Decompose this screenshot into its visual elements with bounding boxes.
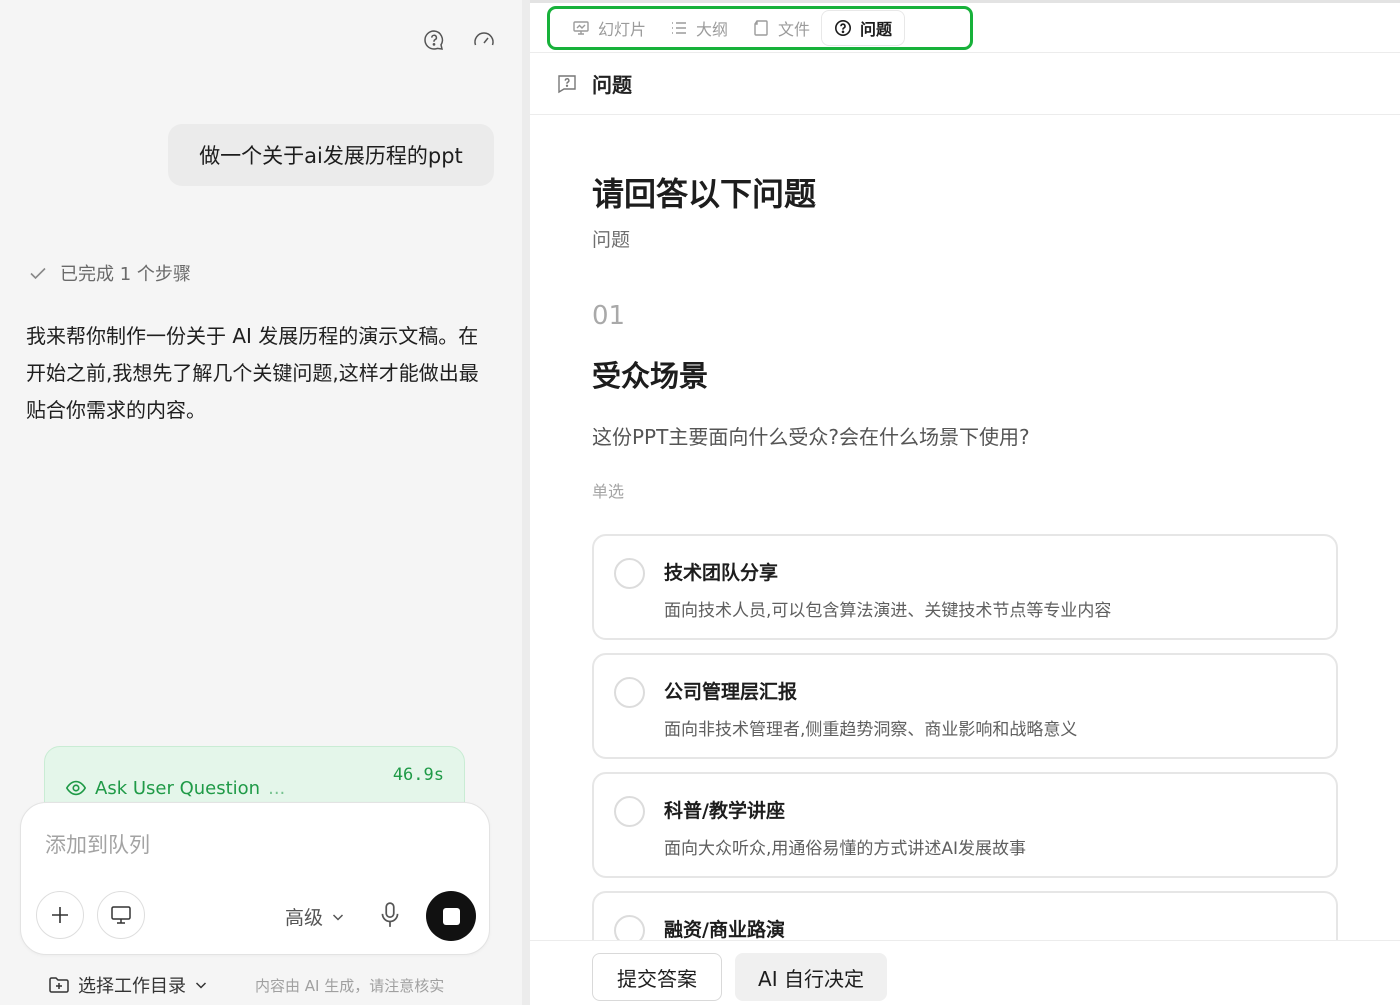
tab-label: 大纲	[696, 20, 729, 39]
chat-toolbar	[420, 26, 498, 54]
tab-files[interactable]: 文件	[740, 11, 822, 45]
workdir-label: 选择工作目录	[78, 976, 186, 997]
tab-slides[interactable]: 幻灯片	[560, 11, 658, 45]
option-card[interactable]: 公司管理层汇报 面向非技术管理者,侧重趋势洞察、商业影响和战略意义	[592, 653, 1338, 759]
question-number: 01	[592, 301, 626, 331]
ai-disclaimer: 内容由 AI 生成，请注意核实	[255, 977, 445, 995]
document-panel: 幻灯片 大纲 文件 问题 问题 请回答以下问题 问题 01 受众场景 这份PPT…	[530, 3, 1400, 1005]
submit-answer-button[interactable]: 提交答案	[592, 953, 722, 1001]
option-card[interactable]: 科普/教学讲座 面向大众听众,用通俗易懂的方式讲述AI发展故事	[592, 772, 1338, 878]
panel-divider[interactable]	[522, 0, 530, 1005]
slides-icon	[573, 21, 589, 35]
option-title: 公司管理层汇报	[664, 681, 798, 703]
ai-decide-button[interactable]: AI 自行决定	[735, 953, 887, 1001]
option-title: 科普/教学讲座	[664, 800, 785, 822]
question-heading: 受众场景	[592, 359, 709, 393]
option-description: 面向大众听众,用通俗易懂的方式讲述AI发展故事	[664, 839, 1027, 859]
question-type: 单选	[592, 482, 625, 501]
add-button[interactable]	[36, 891, 84, 939]
question-circle-icon	[835, 20, 852, 36]
stop-icon	[442, 907, 460, 925]
help-chat-icon[interactable]	[420, 26, 448, 54]
option-title: 融资/商业路演	[664, 919, 785, 941]
advanced-label: 高级	[285, 907, 324, 929]
stop-button[interactable]	[426, 891, 476, 941]
screen-button[interactable]	[97, 891, 145, 939]
advanced-dropdown[interactable]: 高级	[285, 903, 345, 930]
question-text: 这份PPT主要面向什么受众?会在什么场景下使用?	[592, 425, 1030, 449]
question-box-icon	[558, 74, 576, 93]
chat-panel: 做一个关于ai发展历程的ppt 已完成 1 个步骤 我来帮你制作一份关于 AI …	[0, 0, 522, 1005]
chevron-down-icon	[332, 913, 344, 921]
chevron-down-icon	[195, 982, 207, 989]
option-description: 面向技术人员,可以包含算法演进、关键技术节点等专业内容	[664, 601, 1112, 621]
workdir-selector[interactable]: 选择工作目录	[48, 972, 208, 998]
form-subtitle: 问题	[592, 229, 631, 251]
monitor-icon	[111, 906, 131, 924]
steps-label: 已完成 1 个步骤	[60, 264, 191, 285]
speed-gauge-icon[interactable]	[470, 26, 498, 54]
panel-header: 问题	[530, 53, 1400, 115]
plus-icon	[52, 907, 68, 923]
tab-bar: 幻灯片 大纲 文件 问题	[530, 3, 1400, 53]
option-title: 技术团队分享	[664, 562, 779, 584]
radio-button[interactable]	[614, 558, 645, 589]
tab-group: 幻灯片 大纲 文件 问题	[547, 6, 973, 50]
panel-header-title: 问题	[592, 73, 632, 97]
tab-label: 文件	[778, 20, 811, 39]
tool-dots: ...	[268, 777, 286, 799]
radio-button[interactable]	[614, 796, 645, 827]
message-composer[interactable]: 添加到队列 高级	[20, 802, 490, 955]
assistant-message: 我来帮你制作一份关于 AI 发展历程的演示文稿。在开始之前,我想先了解几个关键问…	[26, 324, 479, 422]
list-icon	[672, 22, 687, 34]
form-title: 请回答以下问题	[592, 175, 817, 213]
answer-actions: 提交答案 AI 自行决定	[530, 940, 1400, 1005]
tab-label: 幻灯片	[598, 20, 647, 39]
check-icon	[30, 267, 46, 280]
file-icon	[754, 20, 768, 36]
tab-outline[interactable]: 大纲	[658, 11, 740, 45]
folder-plus-icon	[49, 977, 69, 993]
tool-name: Ask User Question	[95, 777, 261, 799]
user-message-bubble: 做一个关于ai发展历程的ppt	[168, 124, 494, 186]
tab-questions[interactable]: 问题	[822, 11, 905, 45]
option-card[interactable]: 技术团队分享 面向技术人员,可以包含算法演进、关键技术节点等专业内容	[592, 534, 1338, 640]
steps-status[interactable]: 已完成 1 个步骤	[28, 260, 191, 286]
composer-input[interactable]: 添加到队列	[45, 829, 150, 859]
tab-label: 问题	[860, 20, 893, 39]
option-description: 面向非技术管理者,侧重趋势洞察、商业影响和战略意义	[664, 720, 1078, 740]
microphone-icon[interactable]	[377, 901, 403, 929]
eye-icon	[65, 780, 87, 796]
radio-button[interactable]	[614, 677, 645, 708]
